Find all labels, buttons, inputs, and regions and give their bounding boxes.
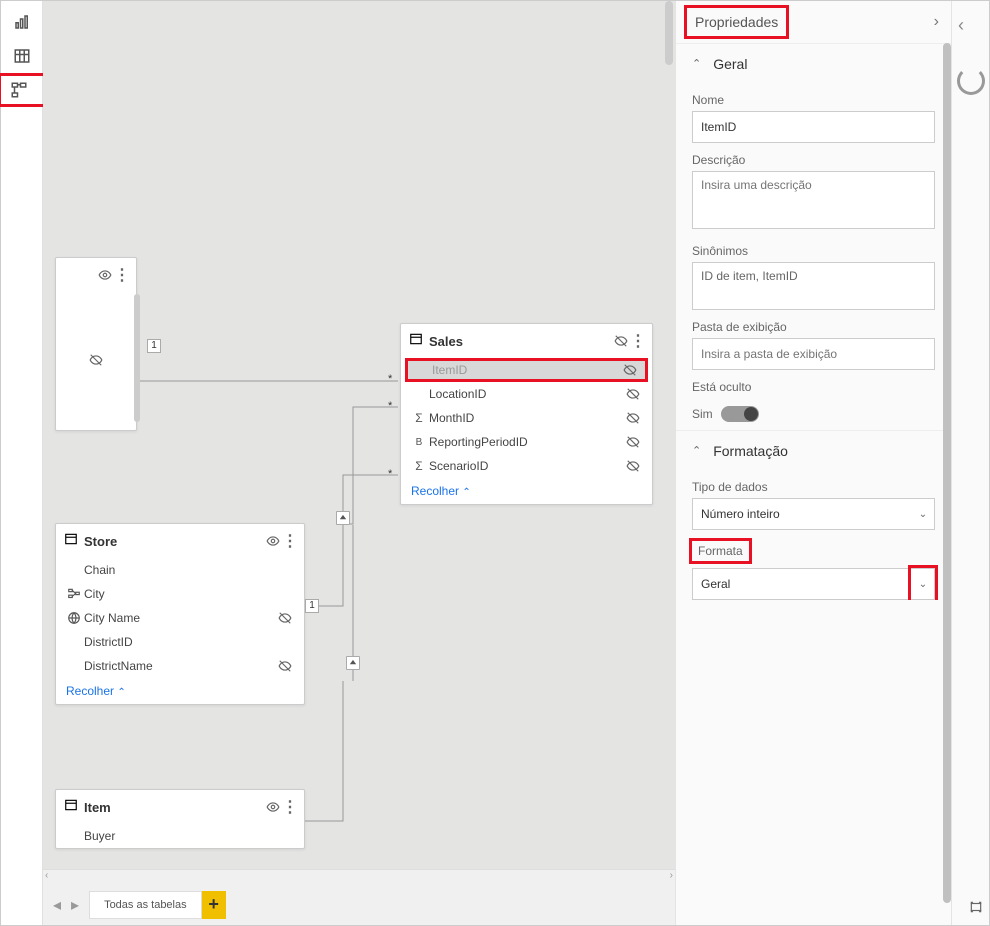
eye-icon[interactable] <box>262 800 284 814</box>
field-row[interactable]: Buyer <box>56 824 304 848</box>
eye-icon[interactable] <box>262 534 284 548</box>
more-icon[interactable]: ⋮ <box>632 331 644 351</box>
hidden-icon <box>56 353 136 372</box>
hidden-icon[interactable] <box>274 611 296 625</box>
hidden-icon[interactable] <box>622 435 644 449</box>
sigma-icon: Σ <box>409 411 429 425</box>
display-folder-input[interactable] <box>692 338 935 370</box>
canvas-scrollbar[interactable] <box>665 1 673 65</box>
fit-to-screen-icon[interactable] <box>969 900 983 919</box>
hidden-icon[interactable] <box>274 659 296 673</box>
hidden-toggle[interactable] <box>721 406 759 422</box>
hierarchy-icon <box>64 587 84 601</box>
label-description: Descrição <box>676 143 951 171</box>
field-row[interactable]: ΣScenarioID <box>401 454 652 478</box>
panel-title: Propriedades <box>684 5 789 39</box>
collapse-link[interactable]: Recolher ⌃ <box>401 478 652 504</box>
table-card-collapsed[interactable]: ⋮ <box>55 257 137 431</box>
section-geral[interactable]: ⌃Geral <box>676 43 951 83</box>
right-collapsed-lane: ‹ <box>951 1 989 925</box>
table-card-item[interactable]: Item ⋮ Buyer <box>55 789 305 849</box>
loading-spinner-icon <box>957 67 985 95</box>
collapse-panel-icon[interactable]: › <box>934 13 939 31</box>
label-is-hidden: Está oculto <box>676 370 951 398</box>
panel-scrollbar[interactable] <box>943 43 951 903</box>
label-synonyms: Sinônimos <box>676 234 951 262</box>
field-row[interactable]: LocationID <box>401 382 652 406</box>
table-title: Sales <box>429 334 610 349</box>
relationship-direction-icon[interactable] <box>336 511 350 525</box>
page-tabstrip: ‹ › ◂ ▸ Todas as tabelas + <box>43 869 675 925</box>
table-title: Store <box>84 534 262 549</box>
page-tab[interactable]: Todas as tabelas <box>89 891 202 919</box>
synonyms-input[interactable]: ID de item, ItemID <box>692 262 935 310</box>
scroll-left-icon[interactable]: ‹ <box>45 870 48 880</box>
label-display-folder: Pasta de exibição <box>676 310 951 338</box>
expand-fields-icon[interactable]: ‹ <box>958 15 964 36</box>
label-format: Formata <box>689 538 752 564</box>
more-icon[interactable]: ⋮ <box>284 531 296 551</box>
datatype-select[interactable]: Número inteiro ⌄ <box>692 498 935 530</box>
cardinality-many: * <box>388 400 392 412</box>
hidden-icon[interactable] <box>622 411 644 425</box>
label-name: Nome <box>676 83 951 111</box>
globe-icon <box>64 611 84 625</box>
table-icon <box>64 532 78 551</box>
field-row[interactable]: City <box>56 582 304 606</box>
text-icon: B <box>409 437 429 448</box>
label-data-type: Tipo de dados <box>676 470 951 498</box>
hidden-icon[interactable] <box>622 387 644 401</box>
name-input[interactable] <box>692 111 935 143</box>
table-icon <box>409 332 423 351</box>
view-report-icon[interactable] <box>1 5 43 39</box>
cardinality-many: * <box>388 373 392 385</box>
tab-prev[interactable]: ◂ <box>53 895 61 915</box>
section-formatting[interactable]: ⌃Formatação <box>676 430 951 470</box>
table-icon <box>64 798 78 817</box>
sigma-icon: Σ <box>409 459 429 473</box>
relationship-direction-icon[interactable] <box>346 656 360 670</box>
add-page-button[interactable]: + <box>202 891 226 919</box>
table-card-store[interactable]: Store ⋮ Chain City City Name DistrictID … <box>55 523 305 705</box>
more-icon[interactable]: ⋮ <box>284 797 296 817</box>
field-row[interactable]: City Name <box>56 606 304 630</box>
hidden-icon[interactable] <box>619 363 641 377</box>
chevron-up-icon: ⌃ <box>692 444 701 457</box>
table-card-sales[interactable]: Sales ⋮ ItemID LocationID ΣMonthID BRepo… <box>400 323 653 505</box>
field-row[interactable]: DistrictName <box>56 654 304 678</box>
eye-icon[interactable] <box>94 268 116 282</box>
chevron-down-icon[interactable]: ⌄ <box>908 565 938 600</box>
hidden-icon[interactable] <box>610 334 632 348</box>
view-model-icon[interactable] <box>0 73 46 107</box>
chevron-down-icon[interactable]: ⌄ <box>911 498 935 530</box>
cardinality-many: * <box>388 468 392 480</box>
model-canvas[interactable]: ⋮ 1 Sales ⋮ ItemID LocationID ΣMonthID B… <box>43 1 675 869</box>
view-data-icon[interactable] <box>1 39 43 73</box>
toggle-text: Sim <box>692 407 713 421</box>
cardinality-one: 1 <box>305 599 319 613</box>
tab-next[interactable]: ▸ <box>71 895 79 915</box>
properties-panel: Propriedades › ⌃Geral Nome Descrição Sin… <box>675 1 951 925</box>
field-row[interactable]: DistrictID <box>56 630 304 654</box>
collapse-link[interactable]: Recolher ⌃ <box>56 678 304 704</box>
chevron-up-icon: ⌃ <box>692 57 701 70</box>
left-view-rail <box>1 1 43 925</box>
scroll-right-icon[interactable]: › <box>670 870 673 880</box>
more-icon[interactable]: ⋮ <box>116 265 128 285</box>
description-input[interactable] <box>692 171 935 229</box>
format-select[interactable]: Geral ⌄ Geral Moeda Padrão Geral de Date… <box>692 568 935 600</box>
field-row[interactable]: ΣMonthID <box>401 406 652 430</box>
hidden-icon[interactable] <box>622 459 644 473</box>
cardinality-one: 1 <box>147 339 161 353</box>
table-title: Item <box>84 800 262 815</box>
field-row[interactable]: BReportingPeriodID <box>401 430 652 454</box>
field-row[interactable]: Chain <box>56 558 304 582</box>
field-row-itemid[interactable]: ItemID <box>405 358 648 382</box>
